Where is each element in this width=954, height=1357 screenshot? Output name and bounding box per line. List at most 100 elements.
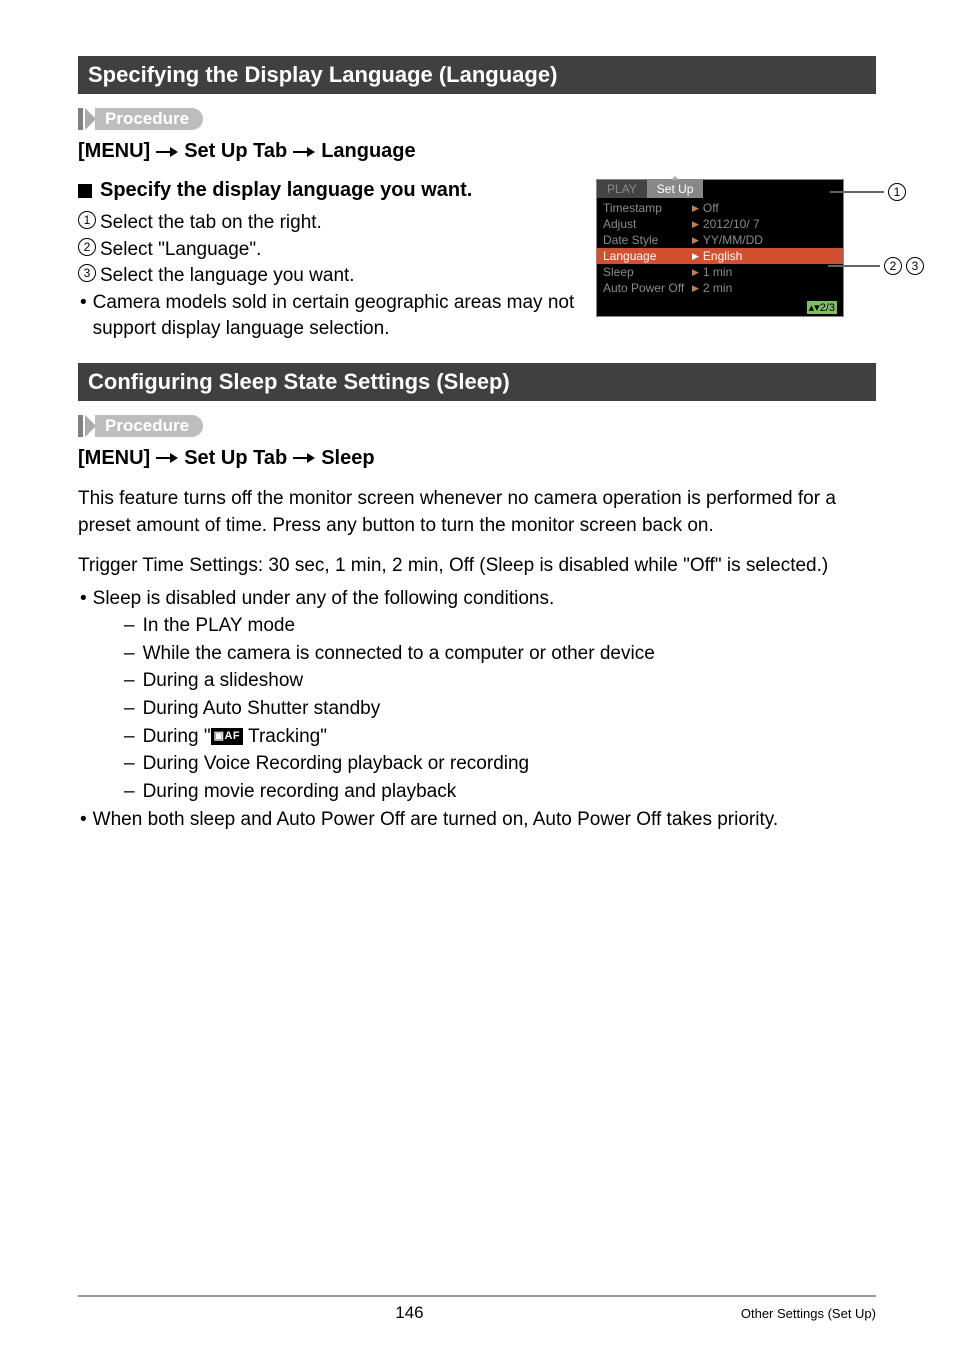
arrow-right-icon <box>156 452 178 464</box>
step-number-icon: 1 <box>78 211 96 229</box>
arrow-right-icon <box>293 452 315 464</box>
dash-icon: – <box>124 778 135 806</box>
camera-menu-value: YY/MM/DD <box>703 233 763 247</box>
camera-menu-key: Auto Power Off <box>603 281 688 295</box>
procedure-label-wrap: Procedure <box>78 108 876 130</box>
callout-line-icon <box>828 265 880 267</box>
procedure-label: Procedure <box>95 415 203 437</box>
bullet-dot-icon: • <box>80 586 87 613</box>
camera-tab-play: PLAY <box>597 180 647 198</box>
step-3: 3Select the language you want. <box>78 263 576 290</box>
language-subheading: Specify the display language you want. <box>78 179 576 202</box>
camera-menu-value: Off <box>703 201 719 215</box>
sleep-priority-note: • When both sleep and Auto Power Off are… <box>78 807 876 834</box>
sleep-priority-note-text: When both sleep and Auto Power Off are t… <box>93 807 778 834</box>
triangle-right-icon: ▶ <box>692 281 699 295</box>
camera-menu-key: Language <box>603 249 688 263</box>
language-content-row: Specify the display language you want. 1… <box>78 179 876 343</box>
dash-icon: – <box>124 612 135 640</box>
procedure-label-wrap: Procedure <box>78 415 876 437</box>
triangle-right-icon: ▶ <box>692 233 699 247</box>
step-number-icon: 3 <box>78 264 96 282</box>
camera-menu-row: Sleep▶1 min <box>603 264 837 280</box>
list-item-text: During Voice Recording playback or recor… <box>143 750 530 778</box>
menu-path-sleep: [MENU] Set Up Tab Sleep <box>78 447 876 470</box>
procedure-bar-icon <box>78 108 83 130</box>
menu-path-part: Language <box>321 140 415 163</box>
list-item: – During "▣AF Tracking" <box>124 723 876 751</box>
procedure-bar-icon <box>78 415 83 437</box>
camera-menu-body: Timestamp ▶ Off Adjust ▶ 2012/10/ 7 Date Sty… <box>597 198 843 298</box>
list-item-text: During "▣AF Tracking" <box>143 723 327 751</box>
camera-menu-key: Adjust <box>603 217 688 231</box>
dash-icon: – <box>124 695 135 723</box>
arrow-right-icon <box>293 146 315 158</box>
bullet-dot-icon: • <box>80 807 87 834</box>
list-item: –During Voice Recording playback or reco… <box>124 750 876 778</box>
menu-path-part: [MENU] <box>78 140 150 163</box>
menu-path-language: [MENU] Set Up Tab Language <box>78 140 876 163</box>
step-1: 1Select the tab on the right. <box>78 210 576 237</box>
camera-menu-value: 1 min <box>703 265 732 279</box>
camera-menu-row-highlight: Language ▶ English <box>597 248 843 264</box>
callout-line-icon <box>830 191 884 193</box>
camera-menu-value: English <box>703 249 742 263</box>
language-text-column: Specify the display language you want. 1… <box>78 179 576 343</box>
section-heading-language: Specifying the Display Language (Languag… <box>78 56 876 94</box>
list-item-text: During a slideshow <box>143 667 304 695</box>
list-item-text-post: Tracking" <box>243 726 327 747</box>
list-item: –During a slideshow <box>124 667 876 695</box>
sleep-conditions-intro: • Sleep is disabled under any of the fol… <box>78 586 876 613</box>
callout-1: 1 <box>830 183 906 201</box>
triangle-right-icon: ▶ <box>692 217 699 231</box>
language-steps: 1Select the tab on the right. 2Select "L… <box>78 210 576 290</box>
dash-icon: – <box>124 723 135 751</box>
list-item: –While the camera is connected to a comp… <box>124 640 876 668</box>
triangle-right-icon: ▶ <box>692 249 699 263</box>
camera-menu-key: Timestamp <box>603 201 688 215</box>
dash-icon: – <box>124 750 135 778</box>
camera-tabs: PLAY Set Up <box>597 180 843 198</box>
section-heading-sleep: Configuring Sleep State Settings (Sleep) <box>78 363 876 401</box>
list-item-text-pre: During " <box>143 726 211 747</box>
callout-number-icon: 1 <box>888 183 906 201</box>
menu-path-part: Set Up Tab <box>184 447 287 470</box>
menu-path-part: [MENU] <box>78 447 150 470</box>
list-item: –During movie recording and playback <box>124 778 876 806</box>
footer-section-name: Other Settings (Set Up) <box>741 1306 876 1321</box>
camera-screenshot: PLAY Set Up Timestamp ▶ Off Adjust ▶ 2012/10… <box>596 179 844 317</box>
camera-menu-key: Date Style <box>603 233 688 247</box>
list-item-text: During movie recording and playback <box>143 778 457 806</box>
callout-number-icon: 2 <box>884 257 902 275</box>
step-text: Select the language you want. <box>100 263 355 290</box>
page-number: 146 <box>78 1303 741 1323</box>
camera-menu-row: Date Style ▶ YY/MM/DD <box>603 232 837 248</box>
camera-menu-value: 2012/10/ 7 <box>703 217 760 231</box>
square-bullet-icon <box>78 184 92 198</box>
list-item-text: While the camera is connected to a compu… <box>143 640 655 668</box>
triangle-right-icon: ▶ <box>692 201 699 215</box>
language-subheading-text: Specify the display language you want. <box>100 179 472 202</box>
af-tracking-icon: ▣AF <box>211 728 244 746</box>
camera-menu-row: Auto Power Off▶2 min <box>603 280 837 296</box>
camera-page-indicator: ▴▾2/3 <box>807 301 837 314</box>
step-text: Select the tab on the right. <box>100 210 322 237</box>
sleep-conditions-list: –In the PLAY mode –While the camera is c… <box>78 612 876 805</box>
list-item-text: In the PLAY mode <box>143 612 295 640</box>
language-note-text: Camera models sold in certain geographic… <box>93 290 576 343</box>
dash-icon: – <box>124 667 135 695</box>
page-footer: 146 Other Settings (Set Up) <box>78 1295 876 1323</box>
step-2: 2Select "Language". <box>78 237 576 264</box>
bullet-dot-icon: • <box>80 290 87 343</box>
list-item: –In the PLAY mode <box>124 612 876 640</box>
callout-23: 2 3 <box>828 257 924 275</box>
language-note: • Camera models sold in certain geograph… <box>78 290 576 343</box>
camera-screenshot-wrap: PLAY Set Up Timestamp ▶ Off Adjust ▶ 2012/10… <box>596 179 876 343</box>
procedure-label: Procedure <box>95 108 203 130</box>
triangle-right-icon: ▶ <box>692 265 699 279</box>
list-item-text: During Auto Shutter standby <box>143 695 381 723</box>
sleep-paragraph-2: Trigger Time Settings: 30 sec, 1 min, 2 … <box>78 553 876 580</box>
camera-menu-row: Adjust ▶ 2012/10/ 7 <box>603 216 837 232</box>
list-item: –During Auto Shutter standby <box>124 695 876 723</box>
step-text: Select "Language". <box>100 237 261 264</box>
